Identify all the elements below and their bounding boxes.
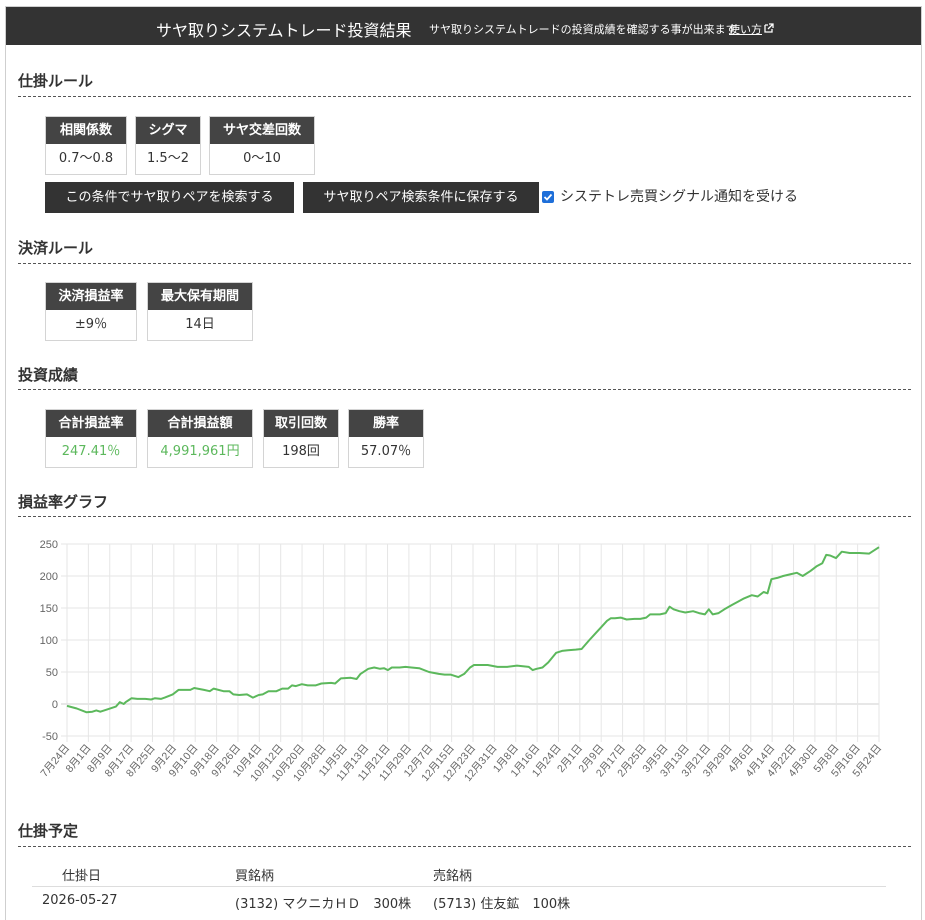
entry-rules-title: 仕掛ルール	[18, 72, 94, 90]
param-label: 最大保有期間	[148, 283, 252, 310]
result-label: 合計損益率	[46, 410, 136, 437]
param-value: 0～10	[243, 151, 281, 166]
result-value: 198回	[282, 444, 320, 459]
param-label: 相関係数	[46, 117, 126, 144]
notify-checkbox[interactable]	[542, 191, 554, 203]
chart-title: 損益率グラフ	[18, 493, 109, 511]
schedule-title: 仕掛予定	[18, 822, 79, 840]
schedule-col-buy: 買銘柄	[235, 869, 275, 884]
param-value: 0.7～0.8	[58, 151, 114, 166]
howto-link[interactable]: 使い方	[729, 21, 762, 37]
param-correlation: 相関係数 0.7～0.8	[45, 116, 127, 175]
notify-checkbox-label[interactable]: システトレ売買シグナル通知を受ける	[560, 186, 798, 206]
schedule-row-date: 2026-05-27	[42, 893, 118, 908]
result-label: 合計損益額	[148, 410, 252, 437]
page-subtitle: サヤ取りシステムトレードの投資成績を確認する事が出来ます	[429, 23, 737, 36]
exit-rules-title: 決済ルール	[18, 239, 94, 257]
param-value: ±9％	[74, 317, 108, 332]
y-tick-label: 200	[40, 571, 58, 583]
y-tick-label: 100	[40, 635, 58, 647]
param-exit-rate: 決済損益率 ±9％	[45, 282, 137, 341]
page-title: サヤ取りシステムトレード投資結果	[156, 21, 412, 40]
param-crossings: サヤ交差回数 0～10	[209, 116, 315, 175]
results-divider	[18, 389, 911, 390]
checkmark-icon	[543, 193, 553, 201]
result-win-rate: 勝率 57.07％	[348, 409, 424, 468]
result-trade-count: 取引回数 198回	[263, 409, 339, 468]
y-tick-label: 0	[52, 699, 58, 711]
pnl-chart: 250200150100500-507月24日8月1日8月9日8月17日8月25…	[38, 539, 884, 784]
param-value: 14日	[185, 317, 215, 332]
results-title: 投資成績	[18, 366, 79, 384]
schedule-header-divider	[32, 886, 886, 887]
param-label: シグマ	[136, 117, 200, 144]
y-tick-label: 250	[40, 539, 58, 551]
result-label: 勝率	[349, 410, 423, 437]
save-search-button[interactable]: サヤ取りペア検索条件に保存する	[303, 182, 539, 213]
search-pairs-button[interactable]: この条件でサヤ取りペアを検索する	[45, 182, 294, 213]
schedule-row-buy[interactable]: (3132) マクニカＨＤ 300株	[235, 893, 411, 912]
y-tick-label: -50	[42, 731, 58, 743]
result-value: 57.07％	[360, 444, 412, 459]
schedule-divider	[18, 846, 911, 847]
result-value: 4,991,961円	[160, 444, 240, 459]
param-label: サヤ交差回数	[210, 117, 314, 144]
external-link-icon[interactable]	[764, 23, 774, 33]
param-value: 1.5～2	[147, 151, 189, 166]
y-tick-label: 150	[40, 603, 58, 615]
result-value: 247.41％	[61, 444, 121, 459]
param-max-holding: 最大保有期間 14日	[147, 282, 253, 341]
schedule-col-sell: 売銘柄	[433, 869, 473, 884]
schedule-col-date: 仕掛日	[62, 869, 102, 884]
param-label: 決済損益率	[46, 283, 136, 310]
entry-rules-divider	[18, 96, 911, 97]
exit-rules-divider	[18, 263, 911, 264]
schedule-row-sell[interactable]: (5713) 住友鉱 100株	[433, 893, 570, 912]
chart-divider	[18, 516, 911, 517]
result-label: 取引回数	[264, 410, 338, 437]
x-tick-label: 7月24日	[38, 742, 72, 779]
y-tick-label: 50	[46, 667, 58, 679]
param-sigma: シグマ 1.5～2	[135, 116, 201, 175]
result-total-rate: 合計損益率 247.41％	[45, 409, 137, 468]
header-bar: サヤ取りシステムトレード投資結果 サヤ取りシステムトレードの投資成績を確認する事…	[6, 7, 921, 45]
result-total-amount: 合計損益額 4,991,961円	[147, 409, 253, 468]
